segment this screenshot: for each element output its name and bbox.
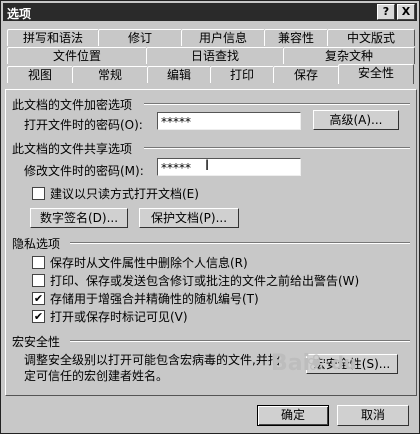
- advanced-button[interactable]: 高级(A)...: [313, 110, 399, 130]
- security-panel: 此文档的文件加密选项 打开文件时的密码(O): ***** 高级(A)... 此…: [5, 89, 417, 396]
- remove-personal-info-checkbox[interactable]: [32, 256, 45, 269]
- encryption-section-title: 此文档的文件加密选项: [12, 98, 133, 112]
- tab-chinese-layout[interactable]: 中文版式: [327, 29, 415, 46]
- digital-signature-button[interactable]: 数字签名(D)...: [30, 208, 128, 228]
- title-bar: 选项 ? X: [3, 3, 417, 21]
- tab-user-info[interactable]: 用户信息: [181, 29, 265, 46]
- open-password-field[interactable]: *****: [157, 112, 301, 130]
- privacy-option-label: 存储用于增强合并精确性的随机编号(T): [50, 292, 259, 306]
- sharing-section-title: 此文档的文件共享选项: [12, 142, 133, 156]
- close-button[interactable]: X: [397, 4, 415, 20]
- checkmark-icon: ✔: [33, 292, 44, 305]
- modify-password-field[interactable]: *****: [157, 158, 301, 176]
- warn-before-print-checkbox[interactable]: [32, 274, 45, 287]
- mark-visible-checkbox[interactable]: ✔: [32, 310, 45, 323]
- tab-file-locations[interactable]: 文件位置: [7, 47, 147, 64]
- open-password-label: 打开文件时的密码(O):: [24, 118, 143, 132]
- protect-document-button[interactable]: 保护文档(P)...: [139, 208, 239, 228]
- options-dialog: 选项 ? X 拼写和语法 修订 用户信息 兼容性 中文版式 文件位置 日语查找 …: [0, 0, 420, 434]
- divider: [144, 103, 410, 105]
- tab-security[interactable]: 安全性: [338, 64, 414, 84]
- tab-general[interactable]: 常规: [72, 66, 148, 83]
- tab-view[interactable]: 视图: [7, 66, 73, 83]
- modify-password-label: 修改文件时的密码(M):: [24, 164, 144, 178]
- tab-revisions[interactable]: 修订: [98, 29, 182, 46]
- tab-japanese-find[interactable]: 日语查找: [146, 47, 284, 64]
- tab-edit[interactable]: 编辑: [147, 66, 211, 83]
- tab-compatibility[interactable]: 兼容性: [264, 29, 328, 46]
- watermark-logo: Bai: [271, 351, 311, 376]
- tab-complex-scripts[interactable]: 复杂文种: [283, 47, 415, 64]
- privacy-option-label: 打开或保存时标记可见(V): [50, 310, 188, 324]
- tab-print[interactable]: 打印: [210, 66, 274, 83]
- privacy-section-title: 隐私选项: [12, 237, 61, 251]
- help-button[interactable]: ?: [377, 4, 395, 20]
- cancel-button[interactable]: 取消: [337, 405, 409, 426]
- window-title: 选项: [7, 7, 32, 21]
- divider: [144, 147, 410, 149]
- random-number-checkbox[interactable]: ✔: [32, 292, 45, 305]
- macro-section-title: 宏安全性: [12, 335, 61, 349]
- divider: [70, 340, 410, 342]
- ok-button[interactable]: 确定: [257, 405, 329, 426]
- checkmark-icon: ✔: [33, 310, 44, 323]
- tab-save[interactable]: 保存: [273, 66, 339, 83]
- divider: [70, 242, 410, 244]
- watermark-paw-icon: ❀: [307, 351, 326, 376]
- readonly-label: 建议以只读方式打开文档(E): [50, 187, 199, 201]
- watermark-logo: du: [331, 353, 357, 374]
- readonly-checkbox[interactable]: [32, 187, 45, 200]
- privacy-option-label: 保存时从文件属性中删除个人信息(R): [50, 256, 248, 270]
- privacy-option-label: 打印、保存或发送包含修订或批注的文件之前给出警告(W): [50, 274, 360, 288]
- tab-spelling[interactable]: 拼写和语法: [7, 29, 99, 46]
- text-cursor-icon: I: [205, 158, 210, 174]
